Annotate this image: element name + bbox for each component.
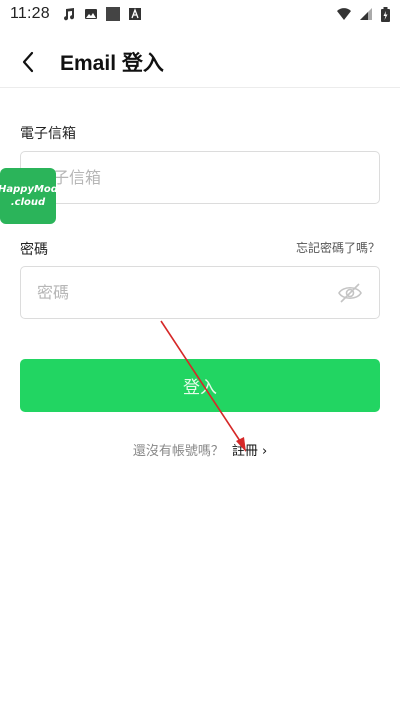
password-label: 密碼 bbox=[20, 242, 48, 258]
annotation-arrow bbox=[160, 320, 246, 452]
signal-icon bbox=[360, 8, 372, 20]
forgot-password-link[interactable]: 忘記密碼了嗎？ bbox=[296, 239, 380, 256]
email-label: 電子信箱 bbox=[20, 126, 76, 142]
back-button[interactable] bbox=[0, 36, 56, 88]
square-app-icon bbox=[105, 7, 120, 21]
status-bar: 11:28 bbox=[0, 0, 400, 28]
login-button[interactable]: 登入 bbox=[20, 359, 380, 412]
page-title: Email 登入 bbox=[60, 51, 164, 75]
status-notification-icons bbox=[62, 7, 142, 21]
signup-prompt: 還沒有帳號嗎？ bbox=[132, 444, 224, 459]
chevron-left-icon bbox=[22, 51, 34, 72]
status-time: 11:28 bbox=[10, 5, 50, 22]
password-input[interactable] bbox=[37, 283, 337, 302]
password-field-box[interactable] bbox=[20, 266, 380, 319]
happymod-watermark-logo: HappyMod .cloud bbox=[0, 168, 58, 224]
status-system-icons bbox=[337, 6, 390, 22]
email-field-box[interactable] bbox=[20, 151, 380, 204]
a-box-icon bbox=[128, 8, 141, 20]
watermark-line-1: HappyMod bbox=[0, 184, 58, 195]
battery-icon bbox=[381, 6, 390, 22]
wifi-icon bbox=[337, 8, 351, 20]
app-header: Email 登入 bbox=[0, 36, 400, 88]
signup-link[interactable]: 註冊 › bbox=[232, 440, 267, 459]
signup-row: 還沒有帳號嗎？ 註冊 › bbox=[0, 440, 400, 459]
music-note-icon bbox=[63, 8, 74, 21]
watermark-line-2: .cloud bbox=[10, 197, 46, 208]
email-input[interactable] bbox=[37, 168, 363, 187]
eye-slash-icon[interactable] bbox=[337, 280, 363, 306]
image-icon bbox=[84, 9, 97, 19]
